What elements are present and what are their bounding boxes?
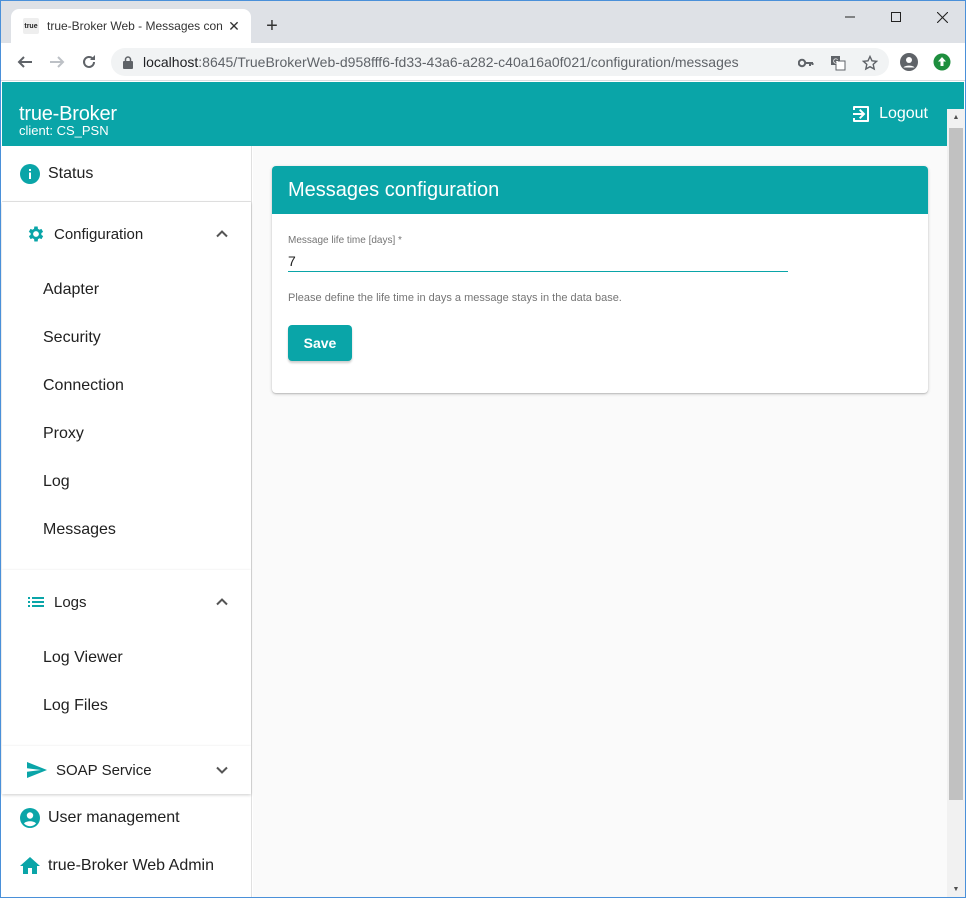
sidebar-item-log-files[interactable]: Log Files: [2, 682, 251, 730]
profile-icon[interactable]: [899, 52, 919, 72]
chevron-up-icon: [216, 598, 228, 606]
card-title: Messages configuration: [272, 166, 928, 214]
sidebar-item-proxy[interactable]: Proxy: [2, 410, 251, 458]
address-bar[interactable]: localhost:8645/TrueBrokerWeb-d958fff6-fd…: [111, 48, 889, 76]
messages-config-card: Messages configuration Message life time…: [272, 166, 928, 393]
svg-text:G: G: [833, 59, 838, 66]
sidebar: Status Configuration Adapter Security Co…: [2, 146, 252, 897]
main-content: Messages configuration Message life time…: [253, 146, 947, 897]
back-button[interactable]: [13, 50, 37, 74]
configuration-toggle[interactable]: Configuration: [2, 202, 251, 266]
sidebar-item-admin[interactable]: true-Broker Web Admin: [2, 842, 251, 890]
arrow-left-icon: [17, 56, 32, 68]
soap-panel: SOAP Service: [2, 746, 251, 794]
scroll-thumb[interactable]: [949, 128, 963, 800]
life-time-label: Message life time [days] *: [288, 235, 402, 246]
sidebar-item-security[interactable]: Security: [2, 314, 251, 362]
chevron-down-icon: [216, 766, 228, 774]
sidebar-item-adapter[interactable]: Adapter: [2, 266, 251, 314]
update-icon[interactable]: [932, 52, 952, 72]
sidebar-item-messages[interactable]: Messages: [2, 506, 251, 554]
logout-label: Logout: [879, 105, 928, 122]
logs-toggle[interactable]: Logs: [2, 570, 251, 634]
scroll-up-icon[interactable]: ▲: [947, 109, 965, 126]
life-time-input[interactable]: [288, 250, 788, 272]
translate-icon[interactable]: G: [829, 54, 847, 72]
forward-button[interactable]: [45, 50, 69, 74]
sidebar-item-status[interactable]: Status: [2, 146, 251, 202]
configuration-label: Configuration: [54, 225, 144, 243]
logs-label: Logs: [54, 593, 87, 611]
maximize-button[interactable]: [873, 5, 919, 29]
lock-icon: [123, 55, 133, 69]
save-button[interactable]: Save: [288, 325, 352, 361]
scroll-down-icon[interactable]: ▼: [947, 881, 965, 897]
minimize-button[interactable]: [827, 5, 873, 29]
app-header: true-Broker client: CS_PSN Logout: [2, 82, 964, 146]
arrow-right-icon: [50, 56, 65, 68]
url-text: localhost:8645/TrueBrokerWeb-d958fff6-fd…: [143, 54, 739, 70]
browser-toolbar: localhost:8645/TrueBrokerWeb-d958fff6-fd…: [1, 43, 965, 81]
sidebar-item-log-viewer[interactable]: Log Viewer: [2, 634, 251, 682]
close-window-button[interactable]: [919, 5, 965, 29]
star-icon[interactable]: [861, 54, 879, 72]
browser-window: true true-Broker Web - Messages con ✕ + …: [0, 0, 966, 898]
sidebar-item-user-management[interactable]: User management: [2, 794, 251, 842]
key-icon[interactable]: [797, 54, 815, 72]
sidebar-item-label: true-Broker Web Admin: [48, 857, 214, 874]
sidebar-item-connection[interactable]: Connection: [2, 362, 251, 410]
reload-button[interactable]: [77, 50, 101, 74]
client-label: client: CS_PSN: [19, 123, 109, 138]
logout-icon: [853, 106, 870, 122]
logs-panel: Logs Log Viewer Log Files: [2, 570, 251, 746]
new-tab-button[interactable]: +: [261, 15, 283, 37]
soap-label: SOAP Service: [56, 761, 152, 779]
tab-title: true-Broker Web - Messages con: [47, 19, 223, 33]
sidebar-item-label: User management: [48, 809, 180, 826]
gear-icon: [28, 226, 44, 242]
life-time-hint: Please define the life time in days a me…: [288, 292, 622, 304]
info-icon: [20, 163, 40, 184]
configuration-panel: Configuration Adapter Security Connectio…: [2, 202, 251, 570]
soap-toggle[interactable]: SOAP Service: [2, 746, 251, 794]
home-icon: [20, 857, 40, 874]
reload-icon: [83, 55, 95, 68]
sidebar-item-log[interactable]: Log: [2, 458, 251, 506]
logout-button[interactable]: Logout: [851, 104, 928, 124]
chevron-up-icon: [216, 230, 228, 238]
close-tab-icon[interactable]: ✕: [225, 17, 243, 35]
sidebar-item-label: Status: [48, 164, 94, 182]
send-icon: [27, 762, 47, 778]
scrollbar[interactable]: ▲ ▼: [947, 109, 965, 897]
favicon-icon: true: [23, 18, 39, 34]
list-icon: [28, 597, 44, 607]
tab-strip: true true-Broker Web - Messages con ✕ +: [1, 1, 965, 43]
browser-tab[interactable]: true true-Broker Web - Messages con ✕: [11, 9, 251, 43]
account-circle-icon: [20, 808, 40, 828]
